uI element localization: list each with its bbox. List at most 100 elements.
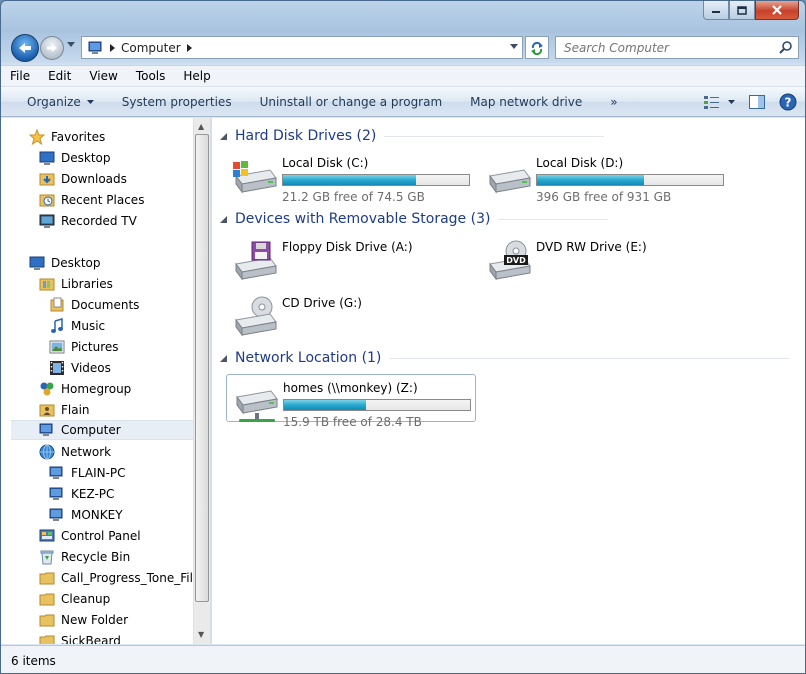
nav-videos[interactable]: Videos [49, 358, 111, 378]
navigation-scrollbar[interactable]: ▲ ▼ [193, 118, 210, 644]
nav-call-progress-tone-files[interactable]: Call_Progress_Tone_Files [39, 568, 193, 588]
nav-pictures[interactable]: Pictures [49, 337, 119, 357]
nav-desktop[interactable]: Desktop [29, 253, 101, 273]
refresh-button[interactable] [525, 36, 549, 59]
menu-edit[interactable]: Edit [39, 69, 80, 83]
drive-c[interactable]: Local Disk (C:) 21.2 GB free of 74.5 GB [226, 150, 476, 204]
search-icon[interactable] [779, 41, 792, 54]
nav-label: Call_Progress_Tone_Files [61, 571, 193, 585]
maximize-button[interactable] [729, 1, 755, 20]
nav-downloads[interactable]: Downloads [39, 169, 127, 189]
nav-label: Videos [71, 361, 111, 375]
drive-g[interactable]: CD Drive (G:) [226, 290, 476, 338]
change-view-button[interactable] [704, 95, 735, 109]
uninstall-program-button[interactable]: Uninstall or change a program [246, 95, 457, 109]
nav-control-panel[interactable]: Control Panel [39, 526, 141, 546]
forward-button[interactable] [40, 36, 64, 60]
menu-file[interactable]: File [1, 69, 39, 83]
navigation-bar: Computer [9, 33, 799, 62]
nav-recorded-tv[interactable]: Recorded TV [39, 211, 137, 231]
nav-monkey[interactable]: MONKEY [49, 505, 123, 525]
drive-name: CD Drive (G:) [282, 296, 362, 310]
search-box[interactable] [555, 36, 799, 59]
drive-z[interactable]: homes (\\monkey) (Z:) 15.9 TB free of 28… [226, 374, 476, 429]
nav-recycle-bin[interactable]: Recycle Bin [39, 547, 130, 567]
search-input[interactable] [556, 37, 766, 58]
nav-label: Downloads [61, 172, 127, 186]
command-bar: Organize System properties Uninstall or … [1, 87, 805, 117]
caption-buttons [703, 1, 799, 20]
drive-e[interactable]: DVD DVD RW Drive (E:) [480, 234, 730, 282]
nav-homegroup[interactable]: Homegroup [39, 379, 131, 399]
nav-label: SickBeard [61, 634, 121, 644]
nav-new-folder[interactable]: New Folder [39, 610, 128, 630]
system-properties-button[interactable]: System properties [108, 95, 246, 109]
drive-d[interactable]: Local Disk (D:) 396 GB free of 931 GB [480, 150, 730, 204]
more-commands-button[interactable]: » [596, 95, 631, 109]
help-icon[interactable]: ? [779, 93, 797, 111]
menu-help[interactable]: Help [174, 69, 219, 83]
computer-icon [39, 423, 53, 436]
nav-favorites[interactable]: Favorites [29, 127, 105, 147]
close-button[interactable] [755, 1, 799, 20]
breadcrumb-chevron-icon[interactable] [110, 43, 115, 52]
drive-usage-bar [536, 174, 724, 186]
documents-icon [50, 297, 64, 312]
scroll-thumb[interactable] [195, 134, 209, 602]
nav-kez-pc[interactable]: KEZ-PC [49, 484, 114, 504]
nav-label: KEZ-PC [71, 487, 115, 501]
computer-icon [49, 466, 63, 479]
nav-label: Pictures [71, 340, 119, 354]
drive-usage-bar [283, 399, 471, 411]
address-dropdown-icon[interactable] [510, 44, 518, 49]
collapse-triangle-icon [220, 354, 227, 362]
drive-free-space: 15.9 TB free of 28.4 TB [283, 415, 422, 429]
organize-button[interactable]: Organize [1, 95, 108, 109]
nav-music[interactable]: Music [49, 316, 105, 336]
nav-label: Music [71, 319, 106, 333]
group-title: Hard Disk Drives (2) [235, 128, 377, 144]
recent-pages-dropdown-icon[interactable] [67, 42, 75, 48]
nav-flain-pc[interactable]: FLAIN-PC [49, 463, 126, 483]
folder-icon [39, 593, 55, 606]
computer-icon [88, 41, 102, 54]
group-header-hard-disk-drives[interactable]: Hard Disk Drives (2) [220, 128, 605, 144]
address-bar[interactable]: Computer [81, 36, 523, 59]
menu-tools[interactable]: Tools [127, 69, 175, 83]
nav-label: Computer [61, 423, 121, 437]
minimize-button[interactable] [703, 1, 729, 20]
nav-network[interactable]: Network [39, 442, 111, 462]
nav-recent-places[interactable]: Recent Places [39, 190, 144, 210]
menu-view[interactable]: View [80, 69, 126, 83]
group-header-removable-storage[interactable]: Devices with Removable Storage (3) [220, 211, 609, 227]
view-options-icon [704, 96, 719, 109]
nav-documents[interactable]: Documents [49, 295, 139, 315]
downloads-folder-icon [39, 173, 55, 186]
scroll-down-icon[interactable]: ▼ [198, 630, 204, 639]
collapse-triangle-icon [220, 132, 227, 140]
dvd-drive-icon: DVD [489, 240, 531, 280]
breadcrumb-chevron-icon[interactable] [186, 43, 192, 52]
folder-icon [39, 614, 55, 627]
drive-a[interactable]: Floppy Disk Drive (A:) [226, 234, 476, 282]
explorer-window: Computer File Edit View Tools Help Organ… [0, 0, 806, 674]
nav-libraries[interactable]: Libraries [39, 274, 113, 294]
nav-cleanup[interactable]: Cleanup [39, 589, 110, 609]
chevron-down-icon [86, 99, 94, 104]
nav-sickbeard[interactable]: SickBeard [39, 631, 121, 644]
group-title: Devices with Removable Storage (3) [235, 211, 491, 227]
nav-desktop-favorite[interactable]: Desktop [39, 148, 111, 168]
preview-pane-icon[interactable] [749, 95, 765, 109]
scroll-up-icon[interactable]: ▲ [198, 122, 204, 131]
drive-name: Local Disk (D:) [536, 156, 624, 170]
drive-name: Local Disk (C:) [282, 156, 369, 170]
group-header-network-location[interactable]: Network Location (1) [220, 350, 790, 366]
nav-flain[interactable]: Flain [39, 400, 90, 420]
nav-computer[interactable]: Computer [11, 420, 193, 440]
cd-drive-icon [235, 296, 277, 336]
map-network-drive-button[interactable]: Map network drive [456, 95, 596, 109]
breadcrumb-computer[interactable]: Computer [121, 41, 181, 55]
computer-icon [49, 487, 63, 500]
back-button[interactable] [11, 34, 39, 62]
menu-bar: File Edit View Tools Help [1, 65, 805, 87]
